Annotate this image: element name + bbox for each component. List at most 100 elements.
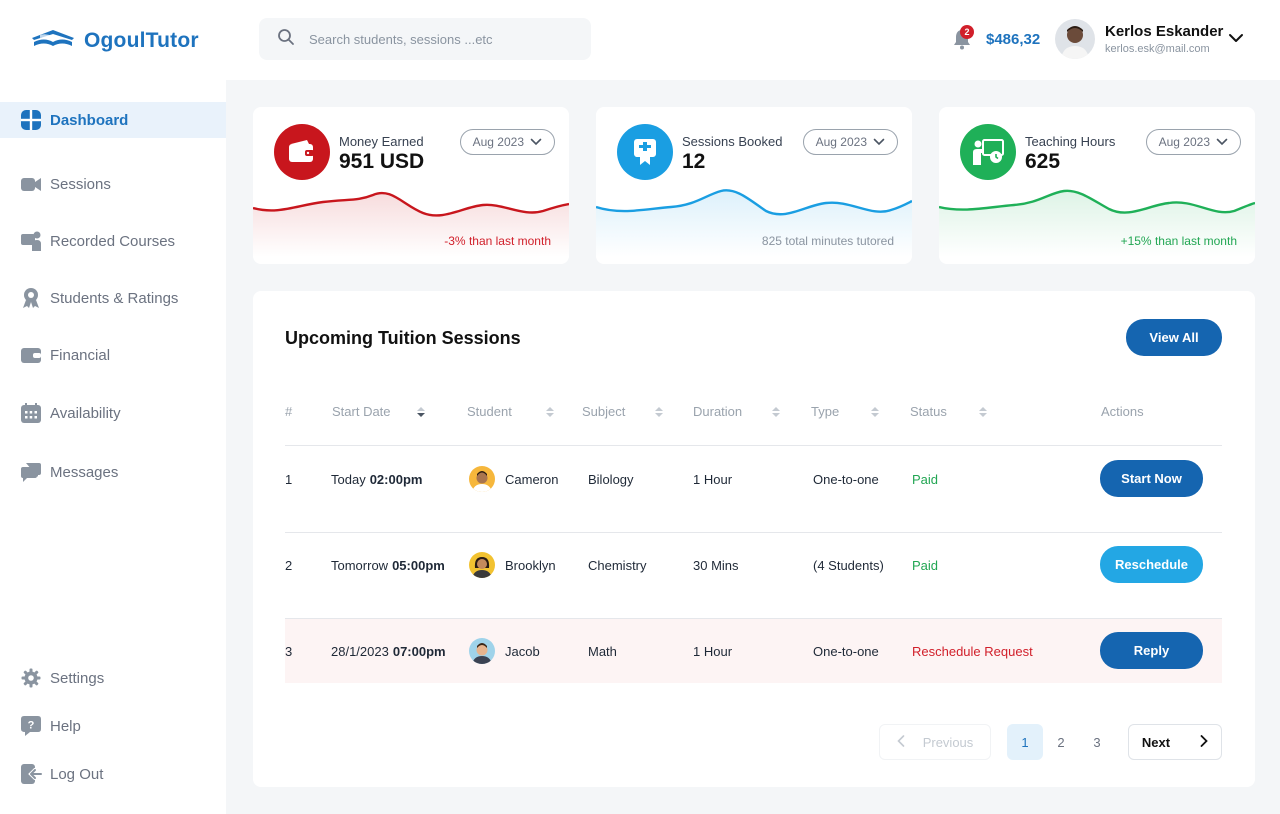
subject-cell: Math <box>588 643 617 659</box>
sort-icon <box>871 406 880 417</box>
pagination-page-2[interactable]: 2 <box>1043 724 1079 760</box>
sidebar-item-settings[interactable]: Settings <box>0 660 226 696</box>
row-number: 2 <box>285 557 293 573</box>
reply-button[interactable]: Reply <box>1100 632 1203 669</box>
column-header-status[interactable]: Status <box>910 404 987 419</box>
pagination-next[interactable]: Next <box>1128 724 1222 760</box>
duration-cell: 30 Mins <box>693 557 739 573</box>
top-header: OgoulTutor 2 $486,32 Kerlos Eskander ker… <box>0 0 1280 80</box>
column-header-duration[interactable]: Duration <box>693 404 781 419</box>
logout-icon <box>20 763 42 785</box>
stat-value: 951 USD <box>339 150 425 173</box>
subject-cell: Chemistry <box>588 557 647 573</box>
sidebar-item-label: Sessions <box>50 175 111 193</box>
subject-cell: Bilology <box>588 471 634 487</box>
chat-bubbles-icon <box>20 461 42 483</box>
search-bar <box>259 18 591 60</box>
sidebar-item-sessions[interactable]: Sessions <box>0 166 226 202</box>
sidebar-item-log-out[interactable]: Log Out <box>0 756 226 792</box>
sort-icon <box>772 406 781 417</box>
stat-label: Money Earned <box>339 134 424 149</box>
svg-text:?: ? <box>28 720 35 732</box>
student-avatar <box>469 638 495 664</box>
column-header-actions: Actions <box>1101 404 1144 419</box>
stat-note: +15% than last month <box>1120 234 1237 248</box>
period-select[interactable]: Aug 2023 <box>1145 129 1241 155</box>
screen-presenter-icon <box>20 230 42 252</box>
pagination-previous[interactable]: Previous <box>879 724 991 760</box>
video-camera-icon <box>20 173 42 195</box>
user-email: kerlos.esk@mail.com <box>1105 43 1210 55</box>
status-cell: Reschedule Request <box>912 643 1033 659</box>
view-all-button[interactable]: View All <box>1126 319 1222 356</box>
type-cell: One-to-one <box>813 471 879 487</box>
sidebar-item-students-ratings[interactable]: Students & Ratings <box>0 280 226 316</box>
award-ribbon-icon <box>20 287 42 309</box>
student-cell[interactable]: Cameron <box>469 447 558 511</box>
row-number: 3 <box>285 643 293 659</box>
teacher-board-icon <box>960 124 1016 180</box>
pagination-page-3[interactable]: 3 <box>1079 724 1115 760</box>
period-select[interactable]: Aug 2023 <box>459 129 555 155</box>
student-cell[interactable]: Brooklyn <box>469 533 556 597</box>
stat-value: 12 <box>682 150 706 173</box>
row-number: 1 <box>285 471 293 487</box>
sidebar-item-availability[interactable]: Availability <box>0 395 226 431</box>
search-icon <box>277 28 295 51</box>
chevron-right-icon <box>1200 734 1208 750</box>
sort-icon <box>978 406 987 417</box>
student-cell[interactable]: Jacob <box>469 619 540 683</box>
sidebar: Dashboard Sessions Recorded Courses Stud… <box>0 80 226 814</box>
chevron-down-icon[interactable] <box>1227 31 1245 50</box>
status-cell: Paid <box>912 557 939 573</box>
sidebar-item-messages[interactable]: Messages <box>0 454 226 490</box>
account-balance[interactable]: $486,32 <box>986 31 1040 48</box>
brand-logo[interactable]: OgoulTutor <box>30 26 199 55</box>
calendar-icon <box>20 402 42 424</box>
sidebar-item-label: Log Out <box>50 765 104 783</box>
upcoming-sessions-panel: Upcoming Tuition Sessions View All # Sta… <box>253 291 1255 787</box>
sidebar-item-help[interactable]: ? Help <box>0 708 226 744</box>
sidebar-item-label: Availability <box>50 404 121 422</box>
period-select-value: Aug 2023 <box>1158 135 1210 149</box>
chevron-left-icon <box>897 734 905 750</box>
help-icon: ? <box>20 715 42 737</box>
dashboard-icon <box>20 109 42 131</box>
sidebar-item-dashboard[interactable]: Dashboard <box>0 102 226 138</box>
stat-card-money-earned: Money Earned 951 USD Aug 2023 -3% than l… <box>253 107 569 264</box>
column-header-type[interactable]: Type <box>811 404 880 419</box>
stat-value: 625 <box>1025 150 1061 173</box>
pagination-page-1[interactable]: 1 <box>1007 724 1043 760</box>
start-now-button[interactable]: Start Now <box>1100 460 1203 497</box>
notification-count-badge: 2 <box>960 25 974 39</box>
column-header-student[interactable]: Student <box>467 404 554 419</box>
sort-icon <box>655 406 664 417</box>
stat-label: Sessions Booked <box>682 134 783 149</box>
period-select[interactable]: Aug 2023 <box>802 129 898 155</box>
sidebar-item-label: Messages <box>50 463 119 481</box>
column-header-subject[interactable]: Subject <box>582 404 664 419</box>
duration-cell: 1 Hour <box>693 471 733 487</box>
sidebar-item-label: Dashboard <box>50 111 129 129</box>
sidebar-item-financial[interactable]: Financial <box>0 337 226 373</box>
sidebar-item-label: Recorded Courses <box>50 232 176 250</box>
sidebar-item-recorded-courses[interactable]: Recorded Courses <box>0 223 226 259</box>
wallet-icon <box>274 124 330 180</box>
table-divider <box>285 445 1222 446</box>
search-input[interactable] <box>309 31 559 47</box>
sidebar-item-label: Students & Ratings <box>50 289 179 307</box>
sidebar-item-label: Settings <box>50 669 105 687</box>
reschedule-button[interactable]: Reschedule <box>1100 546 1203 583</box>
stat-note: -3% than last month <box>444 234 551 248</box>
start-date-cell: 28/1/2023 07:00pm <box>331 643 446 659</box>
bookmark-certificate-icon <box>617 124 673 180</box>
user-avatar[interactable] <box>1055 19 1095 59</box>
table-row: 1 Today 02:00pm Cameron Bilology 1 Hour O… <box>285 447 1222 511</box>
column-header-number: # <box>285 404 293 419</box>
panel-title: Upcoming Tuition Sessions <box>285 328 521 348</box>
column-header-start-date[interactable]: Start Date <box>332 404 425 419</box>
student-avatar <box>469 466 495 492</box>
duration-cell: 1 Hour <box>693 643 733 659</box>
sidebar-item-label: Help <box>50 717 81 735</box>
period-select-value: Aug 2023 <box>472 135 524 149</box>
